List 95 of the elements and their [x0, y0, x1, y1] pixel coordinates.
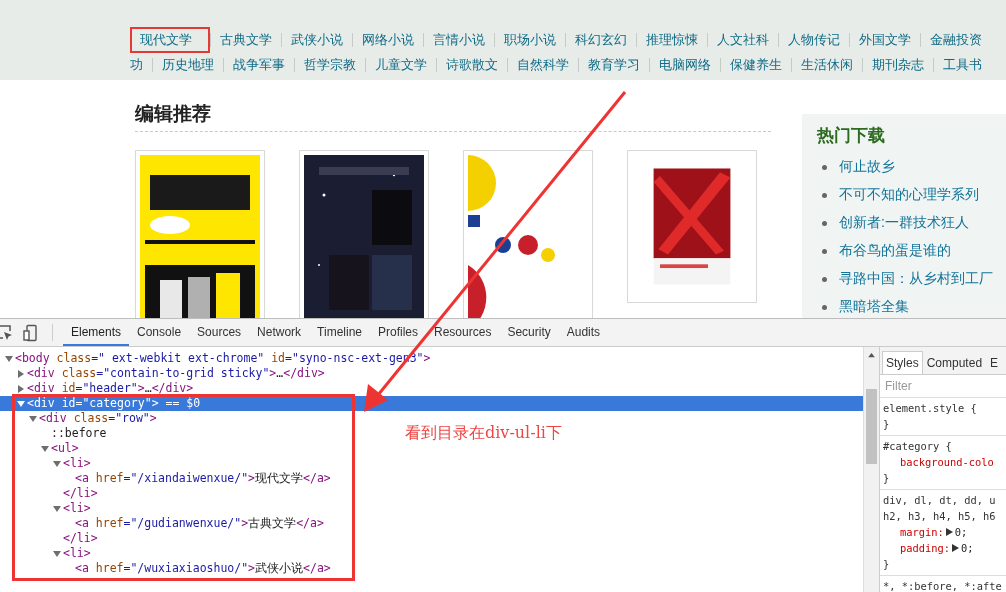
closing-brace: } [883, 471, 891, 486]
css-selector: #category { [883, 439, 953, 454]
bullet-icon [822, 220, 827, 226]
category-link[interactable]: 生活休闲 [791, 58, 862, 72]
category-link[interactable]: 功 [130, 58, 152, 72]
category-link[interactable]: 外国文学 [849, 33, 920, 47]
devtools-tab[interactable]: Timeline [309, 319, 370, 346]
devtools-tab[interactable]: Security [499, 319, 559, 346]
expand-toggle-icon[interactable] [29, 414, 37, 423]
dom-node-code: <div class="row"> [39, 411, 157, 426]
category-link[interactable]: 古典文学 [210, 33, 281, 47]
expand-icon[interactable] [945, 528, 953, 536]
category-link[interactable]: 工具书 [933, 58, 991, 72]
expand-icon[interactable] [952, 544, 960, 552]
closing-brace: } [883, 557, 891, 572]
bullet-icon [822, 192, 827, 198]
category-link[interactable]: 金融投资 [920, 33, 991, 47]
category-link[interactable]: 儿童文学 [365, 58, 436, 72]
styles-tab[interactable]: E [986, 351, 1003, 374]
css-selector: h2, h3, h4, h5, h6 [883, 509, 997, 524]
dom-node-code: <div id="category"> == $0 [27, 396, 201, 411]
styles-tab[interactable]: Styles [882, 351, 923, 374]
devtools-tab[interactable]: Elements [63, 319, 130, 346]
device-icon[interactable] [22, 323, 40, 342]
styles-tab[interactable]: Computed [922, 351, 987, 374]
category-link[interactable]: 诗歌散文 [436, 58, 507, 72]
category-link[interactable]: 现代文学 [130, 27, 210, 53]
category-link[interactable]: 人物传记 [778, 33, 849, 47]
css-selector: *, *:before, *:afte [883, 579, 1003, 592]
devtools-tab[interactable]: Network [249, 319, 310, 346]
category-link[interactable]: 人文社科 [707, 33, 778, 47]
dom-node-code: <div id="header">…</div> [27, 381, 194, 396]
book-link[interactable]: 创新者:一群技术狂人 [839, 214, 969, 232]
dom-node-code: <li> [63, 501, 91, 516]
category-link[interactable]: 职场小说 [494, 33, 565, 47]
dom-node-code: </li> [63, 531, 98, 546]
css-selector: div, dl, dt, dd, u [883, 493, 997, 508]
dom-node-code: <a href="/xiandaiwenxue/">现代文学</a> [75, 471, 331, 486]
book-link[interactable]: 寻路中国：从乡村到工厂 [839, 270, 993, 288]
expand-toggle-icon[interactable] [53, 504, 61, 513]
bullet-icon [822, 164, 827, 170]
devtools-tab[interactable]: Console [129, 319, 190, 346]
dom-node-code: <a href="/gudianwenxue/">古典文学</a> [75, 516, 324, 531]
category-link[interactable]: 战争军事 [223, 58, 294, 72]
expand-toggle-icon[interactable] [53, 459, 61, 468]
dom-node-code: <li> [63, 546, 91, 561]
category-link[interactable]: 科幻玄幻 [565, 33, 636, 47]
category-link[interactable]: 推理惊悚 [636, 33, 707, 47]
bullet-icon [822, 276, 827, 282]
expand-toggle-icon[interactable] [17, 399, 25, 408]
dom-node-code: <ul> [51, 441, 79, 456]
book-link[interactable]: 黑暗塔全集 [839, 298, 909, 316]
category-link[interactable]: 武侠小说 [281, 33, 352, 47]
category-link[interactable]: 言情小说 [423, 33, 494, 47]
category-link[interactable]: 期刊杂志 [862, 58, 933, 72]
category-link[interactable]: 电脑网络 [649, 58, 720, 72]
expand-toggle-icon[interactable] [5, 354, 13, 363]
section-title: 热门下载 [817, 125, 886, 147]
expand-toggle-icon[interactable] [41, 444, 49, 453]
css-value: 0; [961, 541, 974, 556]
book-link[interactable]: 不可不知的心理学系列 [839, 186, 979, 204]
annotation-text: 看到目录在div-ul-li下 [405, 423, 562, 444]
closing-brace: } [883, 417, 891, 432]
category-link[interactable]: 哲学宗教 [294, 58, 365, 72]
devtools-tab[interactable]: Sources [189, 319, 250, 346]
css-property: margin: [900, 525, 944, 540]
expand-toggle-icon[interactable] [17, 369, 25, 378]
devtools-tab[interactable]: Profiles [370, 319, 427, 346]
css-property: background-colo [900, 455, 994, 470]
category-link[interactable]: 教育学习 [578, 58, 649, 72]
css-property: padding: [900, 541, 951, 556]
bullet-icon [822, 304, 827, 310]
devtools-tab[interactable]: Audits [558, 319, 609, 346]
expand-toggle-icon[interactable] [53, 549, 61, 558]
devtools-tab[interactable]: Resources [426, 319, 500, 346]
bullet-icon [822, 248, 827, 254]
book-card[interactable] [627, 150, 757, 303]
inspect-icon[interactable] [0, 323, 14, 342]
category-link[interactable]: 保健养生 [720, 58, 791, 72]
section-title: 编辑推荐 [135, 98, 771, 132]
css-selector: element.style { [883, 401, 978, 416]
category-link[interactable]: 自然科学 [507, 58, 578, 72]
scroll-up-icon[interactable] [868, 353, 875, 358]
book-link[interactable]: 何止故乡 [839, 158, 895, 176]
scrollbar-thumb[interactable] [866, 389, 877, 464]
dom-node-code: <div class="contain-to-grid sticky">…</div> [27, 366, 325, 381]
dom-node-code: ::before [51, 426, 107, 441]
dom-node-code: <li> [63, 456, 91, 471]
dom-node-code: </li> [63, 486, 98, 501]
dom-node-code: <a href="/wuxiaxiaoshuo/">武侠小说</a> [75, 561, 331, 576]
category-link[interactable]: 历史地理 [152, 58, 223, 72]
css-value: 0; [954, 525, 968, 540]
category-link[interactable]: 网络小说 [352, 33, 423, 47]
expand-toggle-icon[interactable] [17, 384, 25, 393]
book-link[interactable]: 布谷鸟的蛋是谁的 [839, 242, 951, 260]
